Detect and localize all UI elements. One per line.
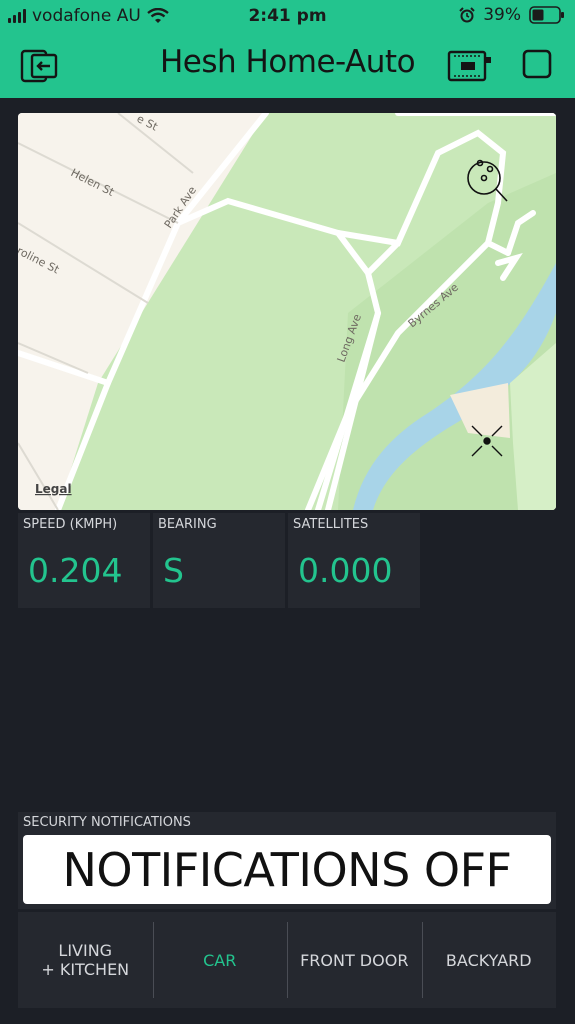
bearing-tile[interactable]: BEARING S	[153, 513, 285, 608]
bottom-tab-bar: LIVING + KITCHEN CAR FRONT DOOR BACKYARD	[18, 912, 556, 1008]
tab-car[interactable]: CAR	[152, 912, 288, 1008]
map-legal-link[interactable]: Legal	[35, 482, 72, 496]
stop-square-icon[interactable]	[522, 49, 552, 79]
app-header: vodafone AU 2:41 pm 39% Hesh Home-Auto	[0, 0, 575, 98]
device-board-icon[interactable]	[447, 49, 493, 83]
tab-front-door[interactable]: FRONT DOOR	[287, 912, 422, 1008]
tab-living-kitchen[interactable]: LIVING + KITCHEN	[18, 912, 153, 1008]
battery-percent: 39%	[483, 5, 521, 25]
satellites-value: 0.000	[298, 551, 393, 590]
satellites-tile[interactable]: SATELLITES 0.000	[288, 513, 420, 608]
speed-value: 0.204	[28, 551, 123, 590]
security-notifications-widget: SECURITY NOTIFICATIONS NOTIFICATIONS OFF	[18, 812, 556, 909]
battery-icon	[529, 6, 564, 24]
status-bar: vodafone AU 2:41 pm 39%	[0, 0, 575, 32]
security-notifications-label: SECURITY NOTIFICATIONS	[23, 815, 191, 830]
tab-label: FRONT DOOR	[300, 950, 409, 970]
bearing-value: S	[163, 551, 184, 590]
speed-tile[interactable]: SPEED (KMPH) 0.204	[18, 513, 150, 608]
app-bar: Hesh Home-Auto	[0, 32, 575, 98]
tab-label: CAR	[203, 950, 237, 970]
speed-label: SPEED (KMPH)	[23, 517, 118, 532]
bearing-label: BEARING	[158, 517, 217, 532]
tab-label: BACKYARD	[445, 950, 532, 970]
alarm-clock-icon	[459, 7, 475, 23]
tab-label-line2: + KITCHEN	[41, 960, 130, 979]
tab-backyard[interactable]: BACKYARD	[421, 912, 557, 1008]
satellites-label: SATELLITES	[293, 517, 369, 532]
map-view[interactable]: Helen St roline St Park Ave Long Ave Byr…	[18, 113, 556, 510]
tab-label: LIVING	[58, 941, 113, 960]
notifications-toggle-button[interactable]: NOTIFICATIONS OFF	[23, 835, 551, 904]
